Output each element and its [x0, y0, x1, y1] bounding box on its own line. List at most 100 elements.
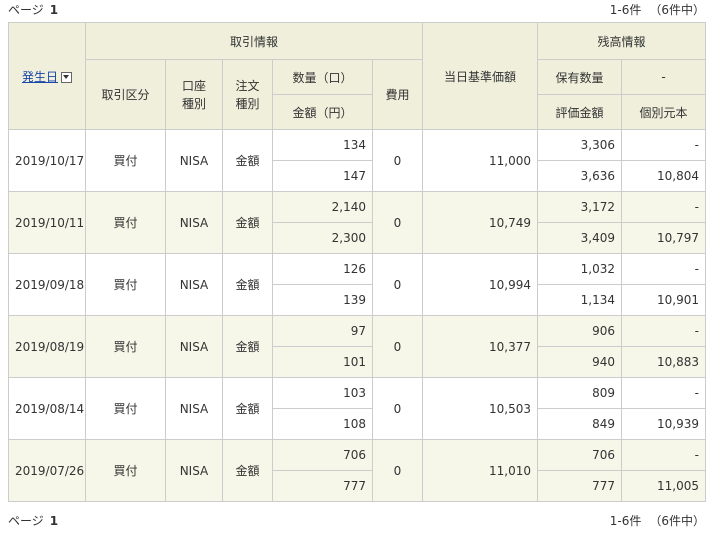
trade-type-cell: 買付 [85, 129, 166, 192]
fee-header: 費用 [372, 59, 423, 130]
base-price-cell: 11,010 [422, 439, 538, 502]
result-count: 1-6件 （6件中） [610, 0, 705, 20]
holding-dash-cell: - [620, 315, 707, 347]
order-type-cell: 金額 [222, 377, 273, 440]
account-type-cell: NISA [165, 129, 223, 192]
account-type-cell: NISA [165, 315, 223, 378]
amount-cell: 777 [272, 470, 373, 502]
holding-qty-cell: 706 [537, 439, 622, 471]
result-total: （6件中） [649, 514, 705, 528]
order-type-header: 注文 種別 [222, 59, 273, 130]
principal-cell: 11,005 [620, 470, 707, 502]
valuation-header: 評価金額 [537, 94, 622, 130]
trade-type-cell: 買付 [85, 377, 166, 440]
transaction-table: 発生日 取引情報 当日基準価額 残高情報 取引区分 口座 種別 注文 種別 数量… [8, 22, 707, 502]
holding-qty-cell: 809 [537, 377, 622, 409]
result-total: （6件中） [649, 3, 705, 17]
trade-type-header: 取引区分 [85, 59, 166, 130]
amount-cell: 108 [272, 408, 373, 440]
result-range: 1-6件 [609, 514, 642, 528]
page-label: ページ [8, 3, 44, 17]
base-price-cell: 10,377 [422, 315, 538, 378]
holding-dash-cell: - [620, 191, 707, 223]
quantity-header: 数量（口） [272, 59, 373, 95]
account-type-cell: NISA [165, 191, 223, 254]
fee-cell: 0 [372, 377, 423, 440]
result-range: 1-6件 [609, 3, 642, 17]
valuation-cell: 849 [537, 408, 622, 440]
account-type-header: 口座 種別 [165, 59, 223, 130]
account-type-cell: NISA [165, 253, 223, 316]
principal-cell: 10,804 [620, 160, 707, 192]
order-type-cell: 金額 [222, 439, 273, 502]
quantity-cell: 103 [272, 377, 373, 409]
table-row: 2019/10/17 買付 NISA 金額 134 0 11,000 3,306- [8, 129, 707, 192]
amount-header: 金額（円） [272, 94, 373, 130]
base-price-cell: 10,503 [422, 377, 538, 440]
amount-cell: 147 [272, 160, 373, 192]
valuation-cell: 1,134 [537, 284, 622, 316]
fee-cell: 0 [372, 191, 423, 254]
date-cell: 2019/09/18 [8, 253, 86, 316]
table-row: 2019/07/26 買付 NISA 金額 706 0 11,010 706- [8, 439, 707, 502]
date-cell: 2019/07/26 [8, 439, 86, 502]
quantity-cell: 2,140 [272, 191, 373, 223]
pager-top: ページ 1 1-6件 （6件中） [0, 0, 717, 20]
date-cell: 2019/10/17 [8, 129, 86, 192]
fee-cell: 0 [372, 315, 423, 378]
sort-by-date-link[interactable]: 発生日 [22, 70, 58, 84]
holding-dash-cell: - [620, 377, 707, 409]
trade-type-cell: 買付 [85, 439, 166, 502]
sort-dropdown-icon[interactable] [61, 71, 72, 83]
table-row: 2019/08/19 買付 NISA 金額 97 0 10,377 906- [8, 315, 707, 378]
table-row: 2019/09/18 買付 NISA 金額 126 0 10,994 1,032- [8, 253, 707, 316]
fee-cell: 0 [372, 129, 423, 192]
holding-qty-cell: 906 [537, 315, 622, 347]
quantity-cell: 97 [272, 315, 373, 347]
holding-qty-cell: 3,172 [537, 191, 622, 223]
base-price-cell: 10,994 [422, 253, 538, 316]
fee-cell: 0 [372, 439, 423, 502]
result-count: 1-6件 （6件中） [610, 511, 705, 531]
balance-info-header: 残高情報 [536, 22, 707, 60]
page-number: 1 [49, 3, 59, 17]
page-number: 1 [49, 514, 59, 528]
order-type-cell: 金額 [222, 315, 273, 378]
account-type-cell: NISA [165, 377, 223, 440]
principal-header: 個別元本 [620, 94, 707, 130]
date-column-header[interactable]: 発生日 [8, 22, 86, 130]
holding-dash-cell: - [620, 129, 707, 161]
holding-qty-cell: 1,032 [537, 253, 622, 285]
base-price-cell: 10,749 [422, 191, 538, 254]
holding-dash-cell: - [620, 439, 707, 471]
base-price-header: 当日基準価額 [422, 22, 538, 130]
transaction-rows: 2019/10/17 買付 NISA 金額 134 0 11,000 3,306-147 3,6… [8, 129, 707, 502]
holding-dash-header: - [620, 59, 707, 95]
order-type-cell: 金額 [222, 253, 273, 316]
quantity-cell: 134 [272, 129, 373, 161]
principal-cell: 10,797 [620, 222, 707, 254]
trade-info-header: 取引情報 [85, 22, 423, 60]
table-row: 2019/10/11 買付 NISA 金額 2,140 0 10,749 3,172- [8, 191, 707, 254]
page-label: ページ [8, 514, 44, 528]
valuation-cell: 3,636 [537, 160, 622, 192]
fee-cell: 0 [372, 253, 423, 316]
trade-type-cell: 買付 [85, 253, 166, 316]
principal-cell: 10,883 [620, 346, 707, 378]
base-price-cell: 11,000 [422, 129, 538, 192]
principal-cell: 10,901 [620, 284, 707, 316]
holding-dash-cell: - [620, 253, 707, 285]
date-cell: 2019/10/11 [8, 191, 86, 254]
trade-type-cell: 買付 [85, 191, 166, 254]
page-indicator: ページ 1 [8, 511, 58, 531]
principal-cell: 10,939 [620, 408, 707, 440]
amount-cell: 139 [272, 284, 373, 316]
order-type-cell: 金額 [222, 129, 273, 192]
quantity-cell: 706 [272, 439, 373, 471]
amount-cell: 101 [272, 346, 373, 378]
holding-qty-cell: 3,306 [537, 129, 622, 161]
table-row: 2019/08/14 買付 NISA 金額 103 0 10,503 809- [8, 377, 707, 440]
valuation-cell: 940 [537, 346, 622, 378]
trade-type-cell: 買付 [85, 315, 166, 378]
date-cell: 2019/08/19 [8, 315, 86, 378]
